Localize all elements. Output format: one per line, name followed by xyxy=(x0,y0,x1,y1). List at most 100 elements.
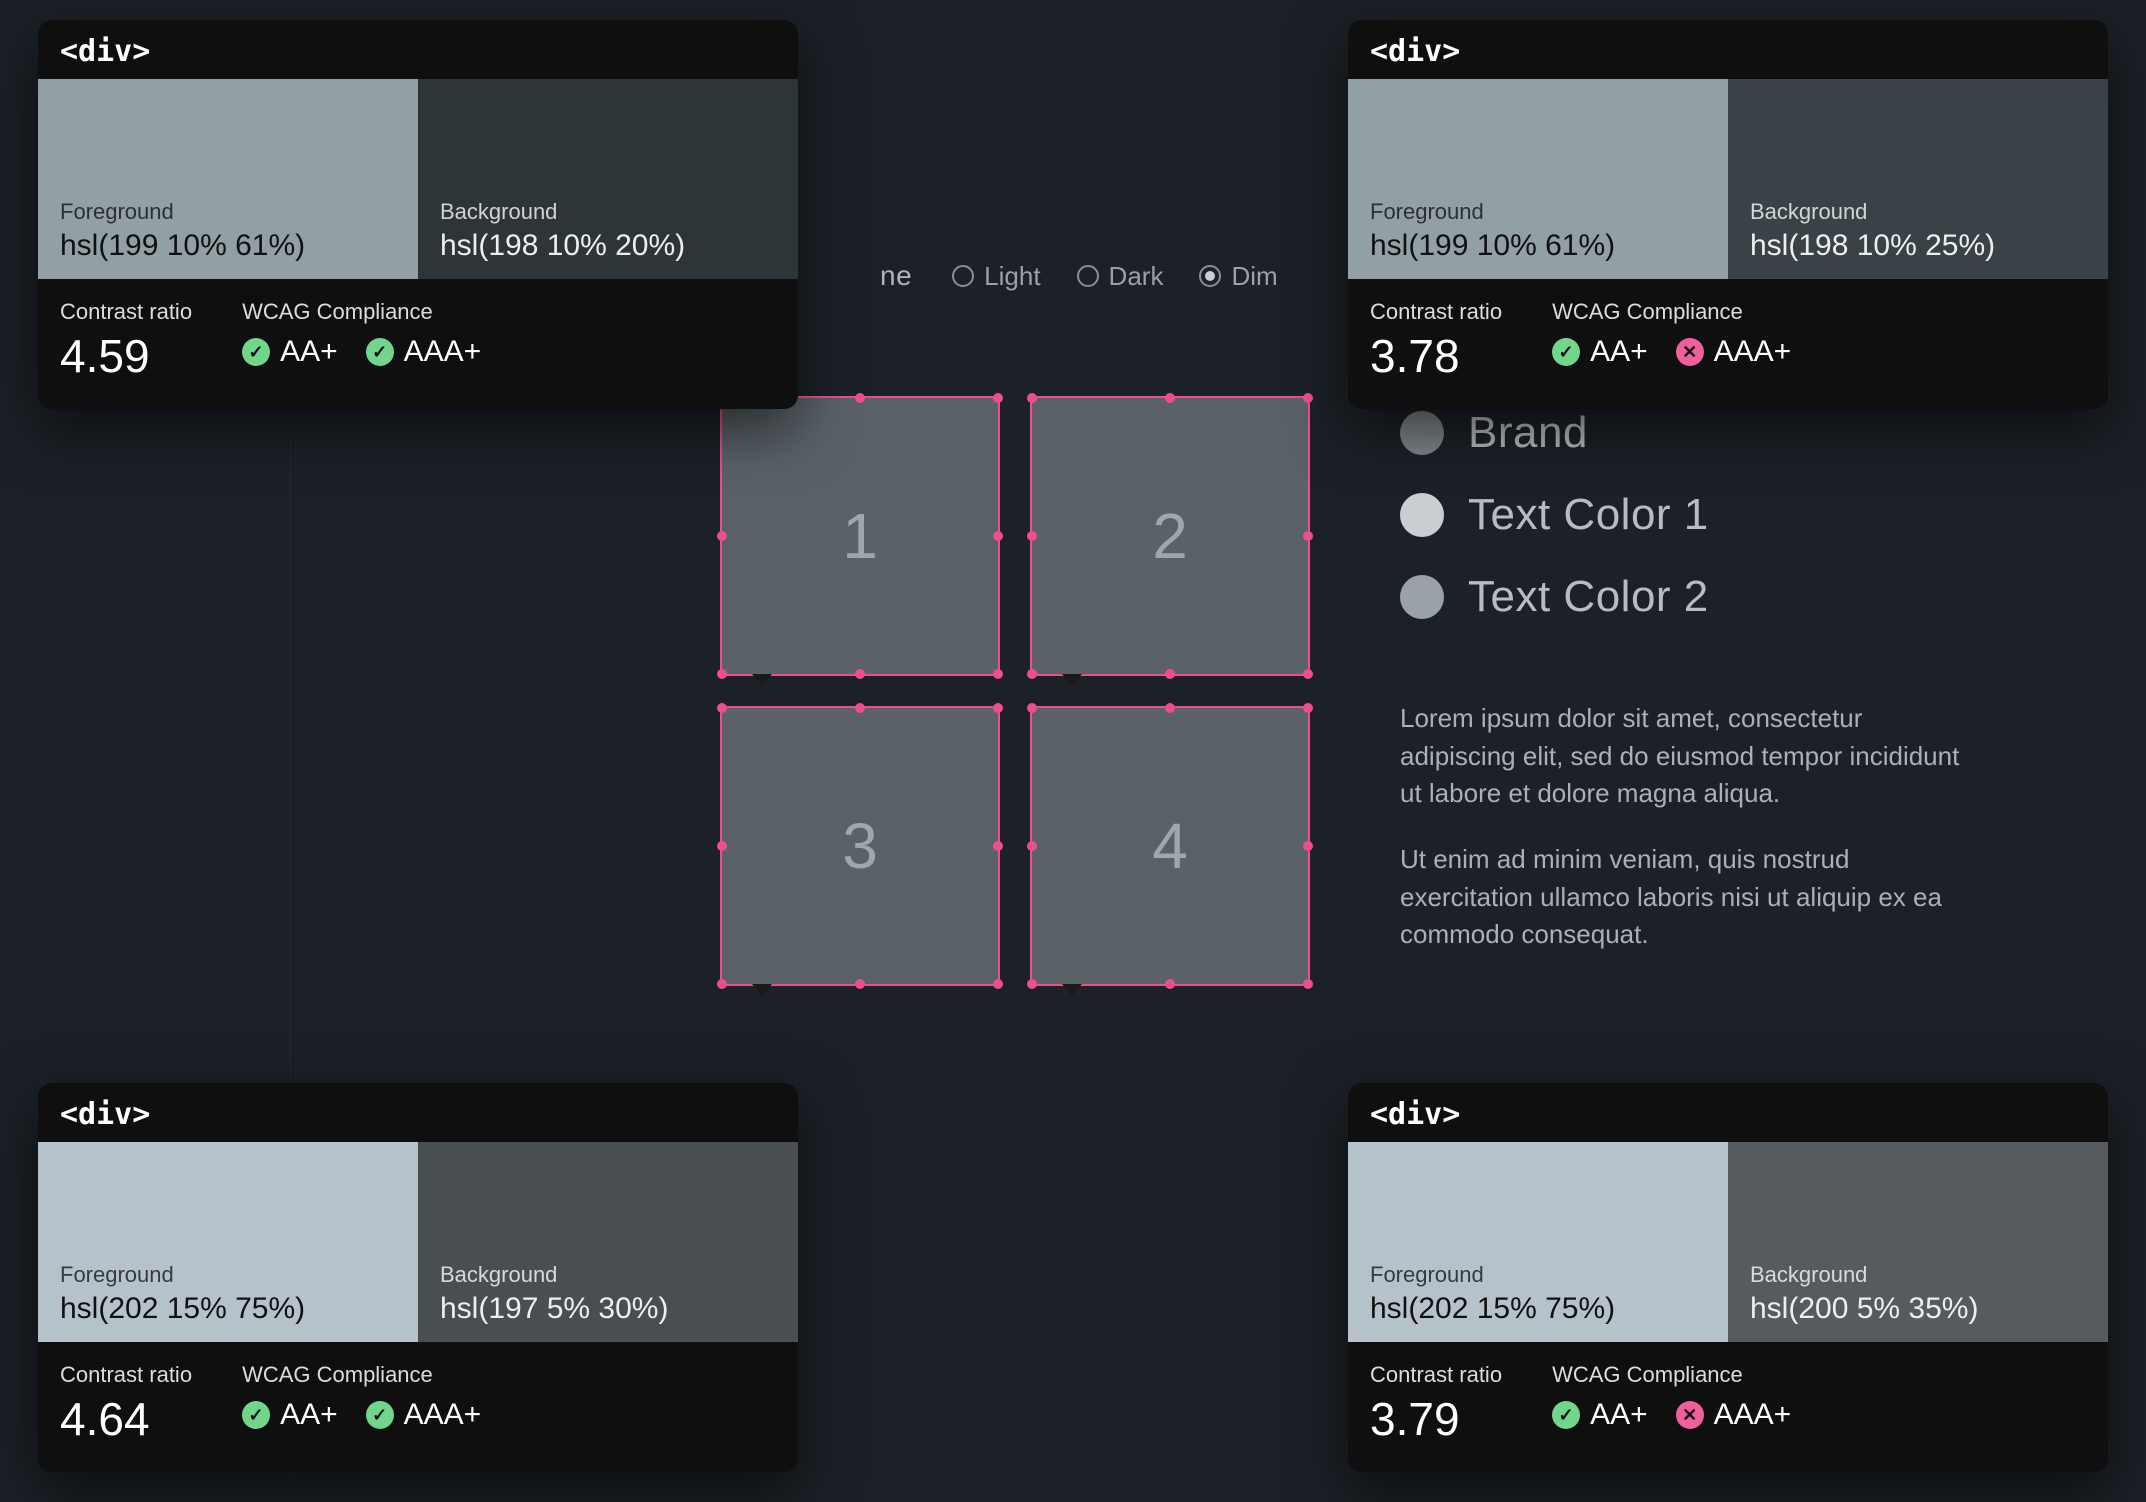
swatch-row: Foreground hsl(202 15% 75%) Background h… xyxy=(38,1142,798,1342)
scheme-radio-dim[interactable]: Dim xyxy=(1199,261,1277,292)
selection-handle-icon[interactable] xyxy=(1027,393,1037,403)
tooltip-element-tag: <div> xyxy=(1348,20,2108,79)
wcag-aa-pill: ✓ AA+ xyxy=(1552,335,1648,369)
wcag-aaa-pill: ✓ AAA+ xyxy=(366,1398,482,1432)
selection-handle-icon[interactable] xyxy=(855,703,865,713)
selection-handle-icon[interactable] xyxy=(717,979,727,989)
selection-handle-icon[interactable] xyxy=(1165,703,1175,713)
selection-handle-icon[interactable] xyxy=(1303,531,1313,541)
selection-handle-icon[interactable] xyxy=(717,669,727,679)
selection-handle-icon[interactable] xyxy=(1027,703,1037,713)
selection-handle-icon[interactable] xyxy=(855,669,865,679)
grid-cell-3[interactable]: 3 xyxy=(720,706,1000,986)
selection-handle-icon[interactable] xyxy=(993,531,1003,541)
metric-label: WCAG Compliance xyxy=(242,299,481,325)
wcag-aaa-label: AAA+ xyxy=(1714,1398,1792,1432)
selection-handle-icon[interactable] xyxy=(993,979,1003,989)
scheme-radio-label: Dark xyxy=(1109,261,1164,292)
foreground-swatch: Foreground hsl(202 15% 75%) xyxy=(38,1142,418,1342)
background-swatch: Background hsl(198 10% 25%) xyxy=(1728,79,2108,279)
swatch-value: hsl(202 15% 75%) xyxy=(1370,1292,1706,1326)
contrast-ratio-value: 3.79 xyxy=(1370,1392,1502,1446)
grid-cell-number: 2 xyxy=(1152,499,1188,573)
selection-handle-icon[interactable] xyxy=(993,393,1003,403)
wcag-aa-label: AA+ xyxy=(280,1398,338,1432)
selection-handle-icon[interactable] xyxy=(1165,669,1175,679)
metric-label: Contrast ratio xyxy=(60,299,192,325)
selection-handle-icon[interactable] xyxy=(717,531,727,541)
contrast-tooltip-2: <div> Foreground hsl(199 10% 61%) Backgr… xyxy=(1348,20,2108,409)
selection-handle-icon[interactable] xyxy=(1165,393,1175,403)
contrast-ratio-block: Contrast ratio 4.64 xyxy=(60,1362,192,1446)
grid-cell-number: 3 xyxy=(842,809,878,883)
wcag-aa-label: AA+ xyxy=(1590,1398,1648,1432)
check-icon: ✓ xyxy=(242,1401,270,1429)
legend-swatch-icon xyxy=(1400,575,1444,619)
tooltip-anchor-icon xyxy=(1062,984,1082,996)
contrast-tooltip-4: <div> Foreground hsl(202 15% 75%) Backgr… xyxy=(1348,1083,2108,1472)
swatch-label: Background xyxy=(1750,1262,2086,1288)
metric-label: WCAG Compliance xyxy=(242,1362,481,1388)
grid-cell-4[interactable]: 4 xyxy=(1030,706,1310,986)
selection-handle-icon[interactable] xyxy=(993,703,1003,713)
grid-cell-1[interactable]: 1 xyxy=(720,396,1000,676)
wcag-block: WCAG Compliance ✓ AA+ ✓ AAA+ xyxy=(242,1362,481,1446)
contrast-ratio-block: Contrast ratio 4.59 xyxy=(60,299,192,383)
selection-handle-icon[interactable] xyxy=(1027,669,1037,679)
metrics-row: Contrast ratio 4.59 WCAG Compliance ✓ AA… xyxy=(38,279,798,409)
selection-handle-icon[interactable] xyxy=(717,703,727,713)
scheme-radio-group: Light Dark Dim xyxy=(952,261,1278,292)
wcag-aaa-pill: ✓ AAA+ xyxy=(366,335,482,369)
wcag-aaa-pill: ✕ AAA+ xyxy=(1676,335,1792,369)
paragraph: Ut enim ad minim veniam, quis nostrud ex… xyxy=(1400,841,1960,954)
selection-handle-icon[interactable] xyxy=(1027,979,1037,989)
metrics-row: Contrast ratio 3.79 WCAG Compliance ✓ AA… xyxy=(1348,1342,2108,1472)
metric-label: WCAG Compliance xyxy=(1552,1362,1791,1388)
selection-handle-icon[interactable] xyxy=(1303,393,1313,403)
selection-handle-icon[interactable] xyxy=(1027,531,1037,541)
wcag-aaa-label: AAA+ xyxy=(404,335,482,369)
metric-label: Contrast ratio xyxy=(60,1362,192,1388)
scheme-radio-label: Dim xyxy=(1231,261,1277,292)
wcag-aa-label: AA+ xyxy=(280,335,338,369)
contrast-ratio-block: Contrast ratio 3.79 xyxy=(1370,1362,1502,1446)
selection-handle-icon[interactable] xyxy=(1165,979,1175,989)
metrics-row: Contrast ratio 3.78 WCAG Compliance ✓ AA… xyxy=(1348,279,2108,409)
swatch-value: hsl(197 5% 30%) xyxy=(440,1292,776,1326)
selection-handle-icon[interactable] xyxy=(1303,703,1313,713)
selection-handle-icon[interactable] xyxy=(1303,841,1313,851)
selection-handle-icon[interactable] xyxy=(1303,979,1313,989)
wcag-block: WCAG Compliance ✓ AA+ ✕ AAA+ xyxy=(1552,1362,1791,1446)
swatch-value: hsl(198 10% 20%) xyxy=(440,229,776,263)
swatch-label: Foreground xyxy=(1370,1262,1706,1288)
grid-cell-2[interactable]: 2 xyxy=(1030,396,1310,676)
metric-label: Contrast ratio xyxy=(1370,299,1502,325)
selection-handle-icon[interactable] xyxy=(993,841,1003,851)
background-swatch: Background hsl(197 5% 30%) xyxy=(418,1142,798,1342)
selection-handle-icon[interactable] xyxy=(717,841,727,851)
swatch-value: hsl(199 10% 61%) xyxy=(60,229,396,263)
wcag-aaa-pill: ✕ AAA+ xyxy=(1676,1398,1792,1432)
grid-cell-number: 1 xyxy=(842,499,878,573)
x-icon: ✕ xyxy=(1676,338,1704,366)
selection-handle-icon[interactable] xyxy=(855,393,865,403)
swatch-value: hsl(198 10% 25%) xyxy=(1750,229,2086,263)
foreground-swatch: Foreground hsl(199 10% 61%) xyxy=(1348,79,1728,279)
tooltip-anchor-icon xyxy=(752,674,772,686)
wcag-aa-pill: ✓ AA+ xyxy=(242,335,338,369)
check-icon: ✓ xyxy=(366,1401,394,1429)
contrast-tooltip-1: <div> Foreground hsl(199 10% 61%) Backgr… xyxy=(38,20,798,409)
swatch-row: Foreground hsl(199 10% 61%) Background h… xyxy=(38,79,798,279)
scheme-radio-dark[interactable]: Dark xyxy=(1077,261,1164,292)
contrast-ratio-value: 3.78 xyxy=(1370,329,1502,383)
radio-icon xyxy=(1077,265,1099,287)
legend-item-text1: Text Color 1 xyxy=(1400,490,1709,540)
scheme-radio-light[interactable]: Light xyxy=(952,261,1040,292)
selection-handle-icon[interactable] xyxy=(993,669,1003,679)
selection-handle-icon[interactable] xyxy=(1303,669,1313,679)
tooltip-element-tag: <div> xyxy=(1348,1083,2108,1142)
selection-handle-icon[interactable] xyxy=(1027,841,1037,851)
swatch-label: Foreground xyxy=(60,1262,396,1288)
x-icon: ✕ xyxy=(1676,1401,1704,1429)
selection-handle-icon[interactable] xyxy=(855,979,865,989)
